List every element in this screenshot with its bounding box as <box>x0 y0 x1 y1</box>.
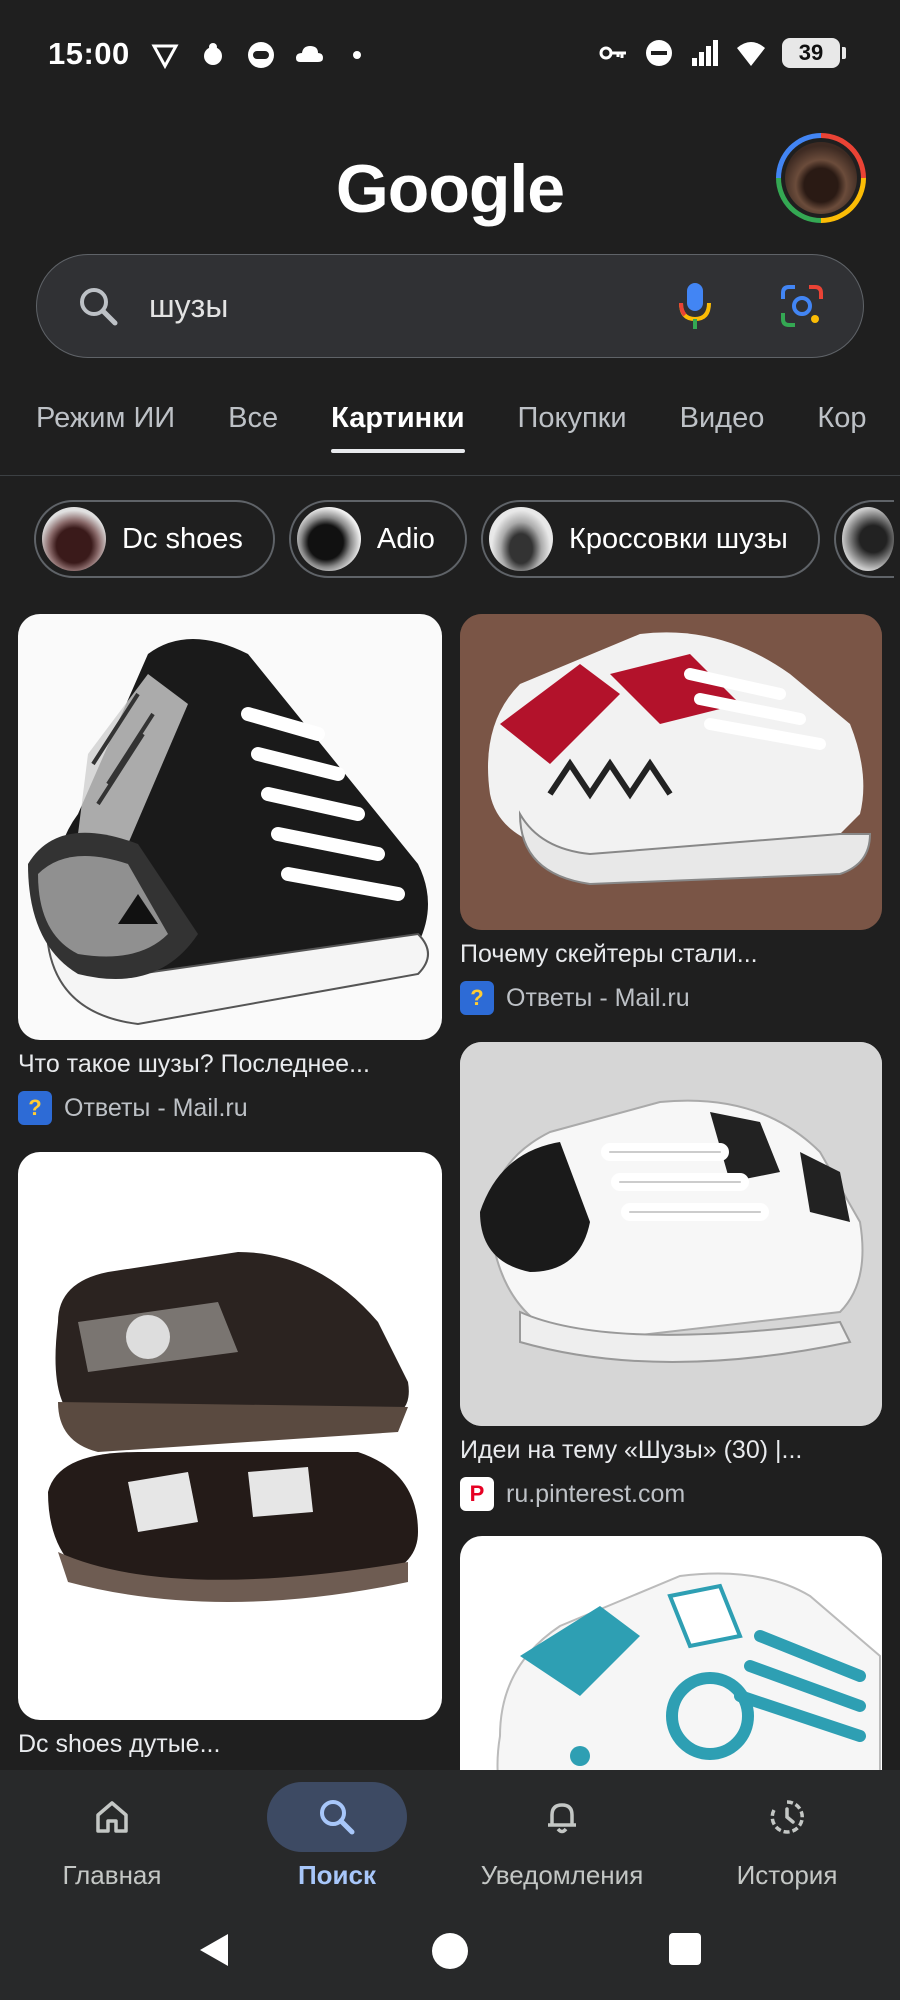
chip-partial[interactable] <box>833 500 894 578</box>
search-tabs: Режим ИИ Все Картинки Покупки Видео Кор <box>36 402 867 453</box>
result-image[interactable] <box>18 1152 442 1720</box>
search-icon[interactable] <box>77 285 119 327</box>
result-card[interactable]: Dc shoes дутые... <box>18 1152 442 1770</box>
signal-icon <box>692 40 718 66</box>
vpn-icon <box>151 44 179 70</box>
bug-icon <box>204 43 222 65</box>
result-image[interactable] <box>460 614 882 930</box>
recents-icon[interactable] <box>668 1932 702 1966</box>
back-icon[interactable] <box>196 1932 232 1968</box>
white-dc-shoe-image <box>460 1042 882 1426</box>
source-name: Ответы - Mail.ru <box>506 983 690 1012</box>
result-card[interactable]: Идеи на тему «Шузы» (30) |... P ru.pinte… <box>460 1042 882 1511</box>
tab-all[interactable]: Все <box>228 402 278 453</box>
result-image[interactable] <box>460 1042 882 1426</box>
search-icon <box>320 1800 355 1835</box>
nav-label: Главная <box>62 1860 162 1890</box>
mail-ru-icon: ? <box>460 981 494 1015</box>
home-button-icon[interactable] <box>431 1932 469 1970</box>
result-caption[interactable]: Dc shoes дутые... <box>18 1730 442 1759</box>
result-caption[interactable]: Почему скейтеры стали... <box>460 940 882 969</box>
nav-home[interactable]: Главная <box>12 1770 212 1891</box>
nav-label: История <box>736 1860 838 1890</box>
image-results: Что такое шузы? Последнее... ? Ответы - … <box>0 614 900 1770</box>
dot-icon <box>353 51 361 59</box>
search-box[interactable]: шузы <box>36 254 864 358</box>
nav-history[interactable]: История <box>687 1770 887 1891</box>
result-caption[interactable]: Идеи на тему «Шузы» (30) |... <box>460 1436 882 1465</box>
chip-thumbnail <box>488 507 553 571</box>
avatar-image <box>785 142 857 214</box>
status-time: 15:00 <box>48 36 130 71</box>
result-source[interactable]: ? Ответы - Mail.ru <box>460 981 882 1015</box>
result-source[interactable]: ? Ответы - Mail.ru <box>18 1091 442 1125</box>
result-caption[interactable]: Что такое шузы? Последнее... <box>18 1050 442 1079</box>
chip-thumbnail <box>296 507 361 571</box>
tab-ai-mode[interactable]: Режим ИИ <box>36 402 175 453</box>
dc-puffy-shoes-image <box>48 1252 418 1602</box>
white-teal-circa-shoe-image <box>496 1572 881 1770</box>
nav-search[interactable]: Поиск <box>237 1770 437 1891</box>
chip-thumbnail <box>42 507 106 571</box>
tab-videos[interactable]: Видео <box>680 402 765 453</box>
result-source[interactable]: P ru.pinterest.com <box>460 1477 882 1511</box>
status-bar: 15:00 39 <box>0 0 900 112</box>
lens-icon[interactable] <box>779 283 825 329</box>
chip-label: Кроссовки шузы <box>568 522 788 555</box>
result-card[interactable]: Что такое шузы? Последнее... ? Ответы - … <box>18 614 442 1125</box>
refine-chips: Dc shoes Adio Кроссовки шузы <box>34 500 894 578</box>
chip-label: Dc shoes <box>122 522 243 555</box>
black-skate-shoe-image <box>28 639 429 1026</box>
result-card[interactable] <box>460 1536 882 1770</box>
system-navigation <box>0 1900 900 2000</box>
bottom-navigation: Главная Поиск Уведомления История <box>0 1770 900 1900</box>
tab-images[interactable]: Картинки <box>331 402 465 453</box>
account-avatar[interactable] <box>776 133 866 223</box>
chip-label: Adio <box>376 522 435 555</box>
mail-ru-icon: ? <box>18 1091 52 1125</box>
result-card[interactable]: Почему скейтеры стали... ? Ответы - Mail… <box>460 614 882 1015</box>
nav-label: Уведомления <box>480 1860 644 1890</box>
mic-icon[interactable] <box>677 281 713 331</box>
white-red-etnies-shoe-image <box>460 614 882 930</box>
result-image[interactable] <box>460 1536 882 1770</box>
tab-shopping[interactable]: Покупки <box>518 402 627 453</box>
status-left-icons <box>150 40 372 70</box>
tabs-divider <box>0 475 900 476</box>
tab-more[interactable]: Кор <box>817 402 866 453</box>
source-name: Ответы - Mail.ru <box>64 1093 248 1122</box>
nav-notifications[interactable]: Уведомления <box>462 1770 662 1891</box>
record-icon <box>248 42 274 68</box>
status-right-icons: 39 <box>598 38 846 68</box>
key-icon <box>599 46 626 60</box>
result-image[interactable] <box>18 614 442 1040</box>
history-icon <box>770 1800 804 1834</box>
dnd-icon <box>646 40 672 66</box>
wifi-icon <box>737 42 765 66</box>
home-icon <box>96 1801 128 1833</box>
chip-thumbnail <box>841 507 894 571</box>
battery-icon: 39 <box>782 38 846 68</box>
chip-dc-shoes[interactable]: Dc shoes <box>34 500 275 578</box>
pinterest-icon: P <box>460 1477 494 1511</box>
bell-icon <box>548 1803 576 1834</box>
google-logo[interactable]: Google <box>0 150 900 228</box>
source-name: ru.pinterest.com <box>506 1479 686 1508</box>
chip-sneakers-shuzy[interactable]: Кроссовки шузы <box>480 500 820 578</box>
nav-label: Поиск <box>297 1860 377 1890</box>
chip-adio[interactable]: Adio <box>288 500 467 578</box>
cloud-icon <box>296 46 323 62</box>
search-input[interactable]: шузы <box>149 288 228 325</box>
